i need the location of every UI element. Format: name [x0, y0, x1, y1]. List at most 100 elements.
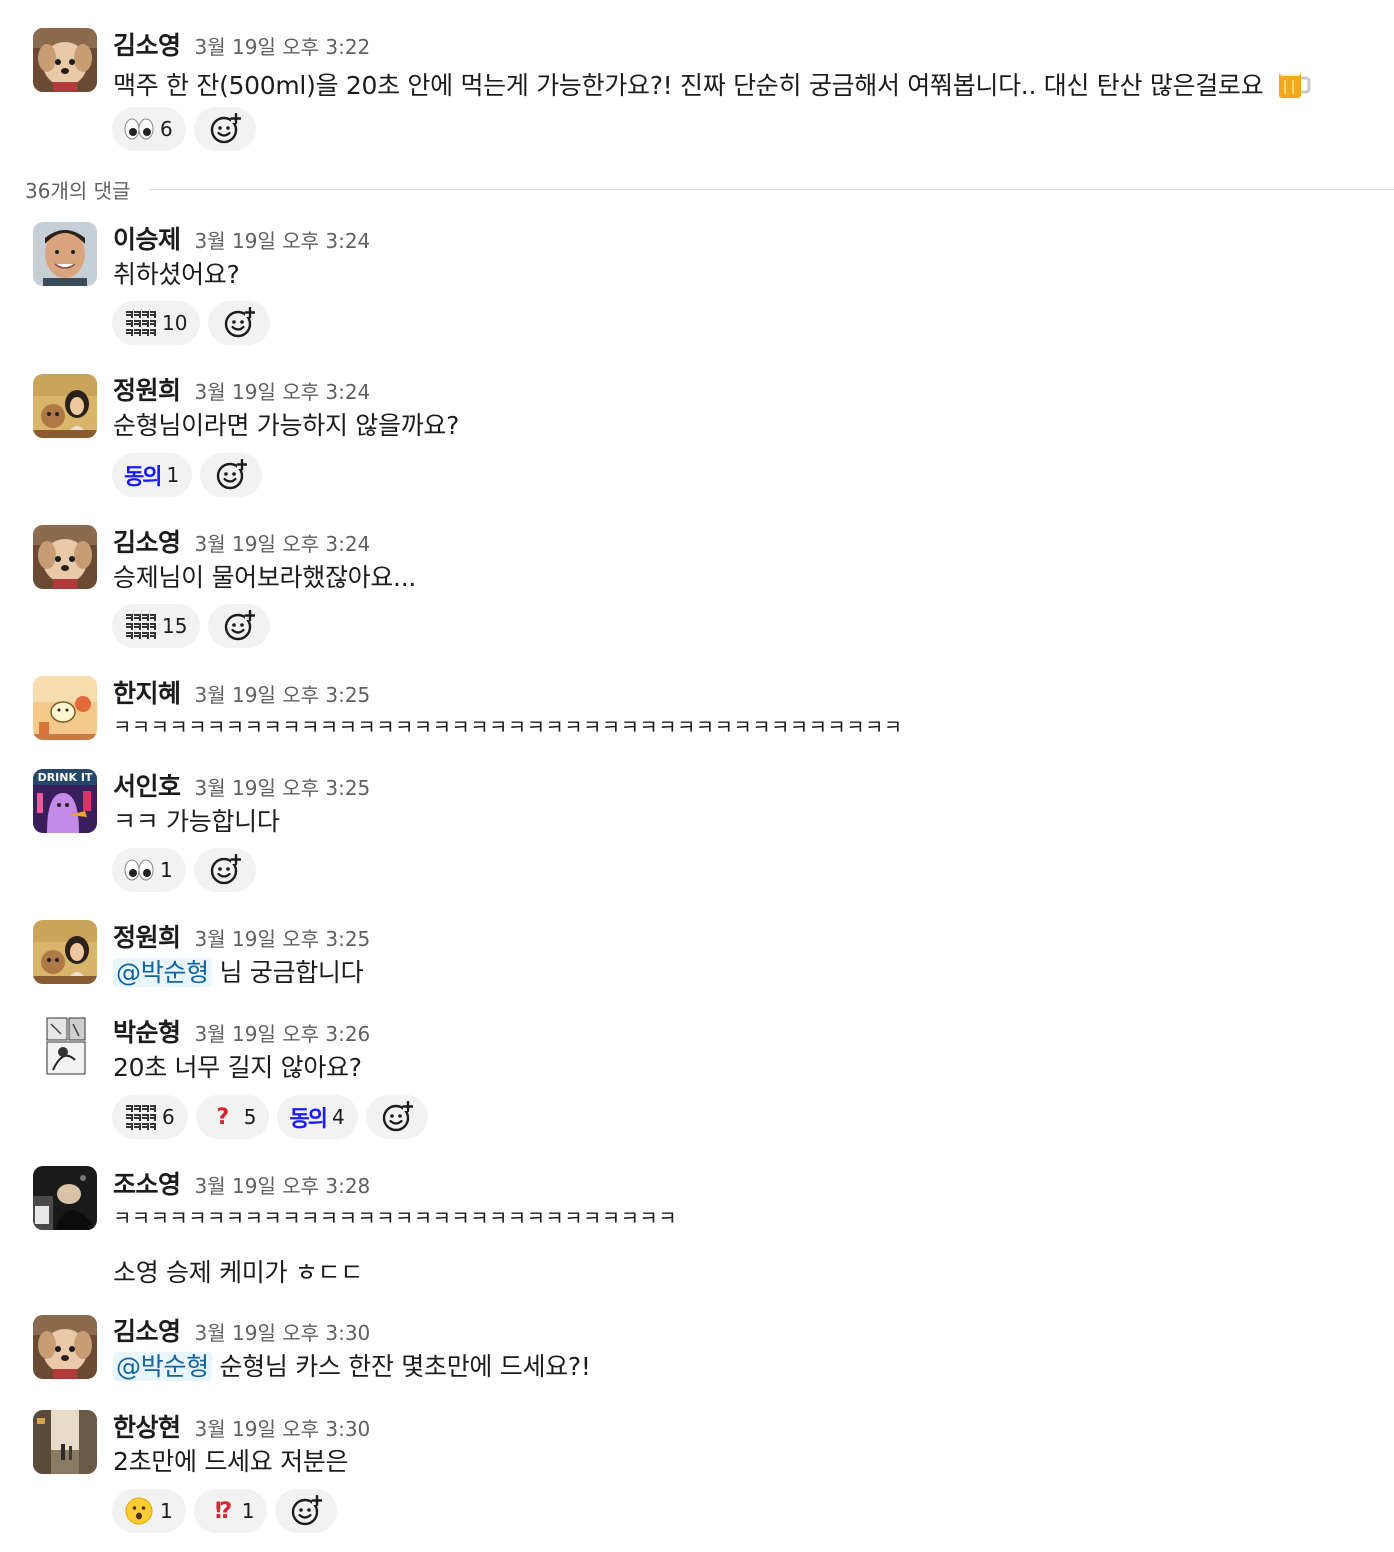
add-reaction-button[interactable]	[208, 301, 271, 345]
question-mark-icon: ?	[216, 1104, 230, 1130]
message-header: 정원희 3월 19일 오후 3:25	[113, 918, 371, 952]
author-name[interactable]: 정원희	[113, 371, 181, 407]
manga-avatar-icon	[33, 1014, 97, 1078]
divider-line	[150, 188, 1394, 190]
add-reaction-button[interactable]	[365, 1095, 428, 1139]
avatar[interactable]	[33, 374, 97, 438]
timestamp[interactable]: 3월 19일 오후 3:26	[195, 1018, 371, 1047]
message-body: 맥주 한 잔(500ml)을 20초 안에 먹는게 가능한가요?! 진짜 단순히…	[113, 71, 1264, 100]
add-reaction-icon	[217, 459, 248, 490]
message-text: @박순형 님 궁금합니다	[113, 956, 364, 990]
author-name[interactable]: 서인호	[113, 767, 181, 803]
add-reaction-button[interactable]	[193, 848, 256, 892]
reaction-pill[interactable]: 6	[112, 107, 186, 151]
message-header: 정원희 3월 19일 오후 3:24	[113, 371, 371, 405]
avatar-text: DRINK IT	[38, 771, 93, 784]
reaction-pill[interactable]: !? 1	[193, 1489, 268, 1533]
timestamp[interactable]: 3월 19일 오후 3:25	[195, 772, 371, 801]
add-reaction-icon	[225, 307, 256, 338]
author-name[interactable]: 한지혜	[113, 674, 181, 710]
reaction-count: 1	[160, 858, 173, 882]
reaction-bar: 6 ? 5 동의 4	[112, 1095, 428, 1139]
author-name[interactable]: 이승제	[113, 220, 181, 256]
avatar[interactable]	[33, 222, 97, 286]
reaction-pill[interactable]: 6	[112, 1095, 188, 1139]
reaction-bar: 6	[112, 107, 256, 151]
reaction-count: 1	[166, 463, 180, 487]
message-body: 순형님 카스 한잔 몇초만에 드세요?!	[211, 1352, 591, 1381]
user-mention[interactable]: @박순형	[113, 958, 212, 987]
message-header: 한상현 3월 19일 오후 3:30	[113, 1408, 371, 1442]
add-reaction-button[interactable]	[275, 1489, 338, 1533]
reaction-count: 6	[162, 1105, 175, 1129]
message-body-continued: 소영 승제 케미가 ㅎㄷㄷ	[113, 1258, 363, 1287]
author-name[interactable]: 조소영	[113, 1165, 181, 1201]
message-body: 순형님이라면 가능하지 않을까요?	[113, 411, 460, 440]
reaction-pill[interactable]: 동의 1	[112, 453, 193, 497]
add-reaction-icon	[210, 854, 241, 885]
woman-dog-avatar-icon	[33, 374, 97, 438]
author-name[interactable]: 박순형	[113, 1013, 181, 1049]
author-name[interactable]: 김소영	[113, 523, 181, 559]
reaction-count: 4	[331, 1105, 345, 1129]
timestamp[interactable]: 3월 19일 오후 3:25	[195, 923, 371, 952]
add-reaction-icon	[292, 1495, 323, 1526]
message-body: ㅋㅋ 가능합니다	[113, 807, 280, 836]
agree-icon: 동의	[289, 1107, 328, 1132]
reaction-pill[interactable]: 1	[112, 1489, 186, 1533]
timestamp[interactable]: 3월 19일 오후 3:30	[195, 1413, 371, 1442]
timestamp[interactable]: 3월 19일 오후 3:30	[195, 1317, 371, 1346]
reaction-pill[interactable]: 10	[112, 301, 201, 345]
author-name[interactable]: 한상현	[113, 1408, 181, 1444]
message-body: 취하셨어요?	[113, 260, 240, 289]
exclamation-question-icon: !?	[213, 1498, 232, 1524]
eyes-icon	[124, 114, 154, 144]
add-reaction-button[interactable]	[200, 453, 263, 497]
avatar[interactable]	[33, 1166, 97, 1230]
message-body: ㅋㅋㅋㅋㅋㅋㅋㅋㅋㅋㅋㅋㅋㅋㅋㅋㅋㅋㅋㅋㅋㅋㅋㅋㅋㅋㅋㅋㅋㅋㅋㅋㅋㅋㅋㅋㅋㅋㅋㅋ…	[113, 715, 903, 739]
avatar[interactable]	[33, 1014, 97, 1078]
add-reaction-icon	[225, 610, 256, 641]
timestamp[interactable]: 3월 19일 오후 3:22	[195, 31, 371, 60]
reaction-pill[interactable]: ? 5	[195, 1095, 270, 1139]
avatar[interactable]	[33, 525, 97, 589]
avatar[interactable]: DRINK IT	[33, 769, 97, 833]
avatar[interactable]	[33, 1410, 97, 1474]
timestamp[interactable]: 3월 19일 오후 3:28	[195, 1170, 371, 1199]
timestamp[interactable]: 3월 19일 오후 3:24	[195, 376, 371, 405]
reaction-bar: 10	[112, 301, 271, 345]
thread-reply-divider: 36개의 댓글	[25, 174, 1394, 204]
author-name[interactable]: 김소영	[113, 26, 181, 62]
timestamp[interactable]: 3월 19일 오후 3:25	[195, 679, 371, 708]
avatar[interactable]	[33, 28, 97, 92]
timestamp[interactable]: 3월 19일 오후 3:24	[195, 225, 371, 254]
message-header: 조소영 3월 19일 오후 3:28	[113, 1165, 371, 1199]
avatar[interactable]	[33, 1315, 97, 1379]
reaction-pill[interactable]: 1	[112, 848, 186, 892]
message-header: 서인호 3월 19일 오후 3:25	[113, 767, 371, 801]
message-header: 김소영 3월 19일 오후 3:30	[113, 1312, 371, 1346]
add-reaction-button[interactable]	[208, 604, 271, 648]
reaction-pill[interactable]: 동의 4	[277, 1095, 358, 1139]
message-header: 이승제 3월 19일 오후 3:24	[113, 220, 371, 254]
dog-avatar-icon	[33, 525, 97, 589]
message-text: 맥주 한 잔(500ml)을 20초 안에 먹는게 가능한가요?! 진짜 단순히…	[113, 64, 1311, 109]
add-reaction-icon	[210, 113, 241, 144]
beer-mug-icon	[1275, 64, 1311, 109]
avatar[interactable]	[33, 676, 97, 740]
thread-view: 김소영 3월 19일 오후 3:22 맥주 한 잔(500ml)을 20초 안에…	[0, 0, 1394, 1552]
message-header: 김소영 3월 19일 오후 3:22	[113, 26, 371, 60]
message-body: 20초 너무 길지 않아요?	[113, 1053, 362, 1082]
user-mention[interactable]: @박순형	[113, 1352, 212, 1381]
reaction-pill[interactable]: 15	[112, 604, 201, 648]
kkkk-icon	[124, 308, 156, 338]
message-body: 2초만에 드세요 저분은	[113, 1447, 349, 1476]
reaction-count: 6	[160, 117, 173, 141]
avatar[interactable]	[33, 920, 97, 984]
add-reaction-button[interactable]	[193, 107, 256, 151]
woman-dog-avatar-icon	[33, 920, 97, 984]
author-name[interactable]: 정원희	[113, 918, 181, 954]
author-name[interactable]: 김소영	[113, 1312, 181, 1348]
timestamp[interactable]: 3월 19일 오후 3:24	[195, 528, 371, 557]
message-header: 김소영 3월 19일 오후 3:24	[113, 523, 371, 557]
